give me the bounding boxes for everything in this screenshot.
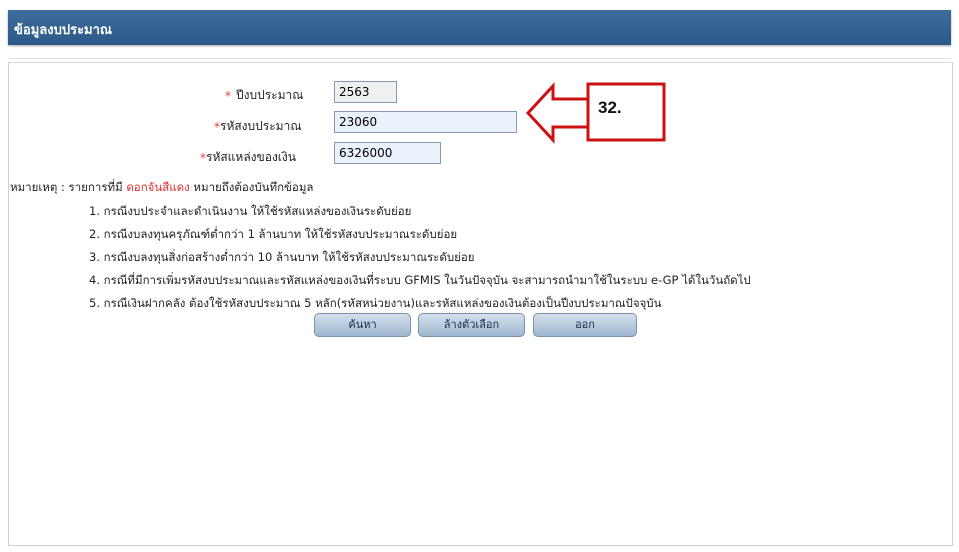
- note-item: 3. กรณีงบลงทุนสิ่งก่อสร้างต่ำกว่า 10 ล้า…: [89, 250, 475, 264]
- callout-label: 32.: [598, 98, 622, 117]
- search-button[interactable]: ค้นหา: [314, 313, 411, 337]
- budget-code-label-row: * รหัสงบประมาณ: [214, 117, 301, 136]
- fund-source-field[interactable]: [334, 142, 441, 164]
- fiscal-year-label-row: * ปีงบประมาณ: [225, 86, 303, 105]
- clear-selection-button[interactable]: ล้างตัวเลือก: [418, 313, 525, 337]
- fund-source-label-row: * รหัสแหล่งของเงิน: [200, 148, 296, 167]
- note-item: 1. กรณีงบประจำและดำเนินงาน ให้ใช้รหัสแหล…: [89, 204, 412, 218]
- title-bar: ข้อมูลงบประมาณ: [8, 10, 951, 45]
- notes-header: หมายเหตุ : รายการที่มี ดอกจันสีแดง หมายถ…: [10, 179, 313, 197]
- fiscal-year-label: ปีงบประมาณ: [236, 88, 304, 102]
- budget-code-label: รหัสงบประมาณ: [220, 119, 302, 133]
- divider: [8, 58, 951, 59]
- exit-button[interactable]: ออก: [533, 313, 637, 337]
- fund-source-label: รหัสแหล่งของเงิน: [206, 150, 296, 164]
- budget-code-field[interactable]: [334, 111, 517, 133]
- note-item: 2. กรณีงบลงทุนครุภัณฑ์ต่ำกว่า 1 ล้านบาท …: [89, 227, 458, 241]
- notes-prefix: หมายเหตุ : รายการที่มี: [10, 180, 127, 194]
- notes-highlight: ดอกจันสีแดง: [126, 180, 190, 194]
- note-item: 5. กรณีเงินฝากคลัง ต้องใช้รหัสงบประมาณ 5…: [89, 296, 662, 310]
- page-title: ข้อมูลงบประมาณ: [14, 23, 112, 38]
- note-item: 4. กรณีที่มีการเพิ่มรหัสงบประมาณและรหัสแ…: [89, 273, 751, 287]
- fiscal-year-field[interactable]: [334, 81, 397, 103]
- required-asterisk: *: [225, 88, 231, 103]
- notes-suffix: หมายถึงต้องบันทึกข้อมูล: [189, 180, 314, 194]
